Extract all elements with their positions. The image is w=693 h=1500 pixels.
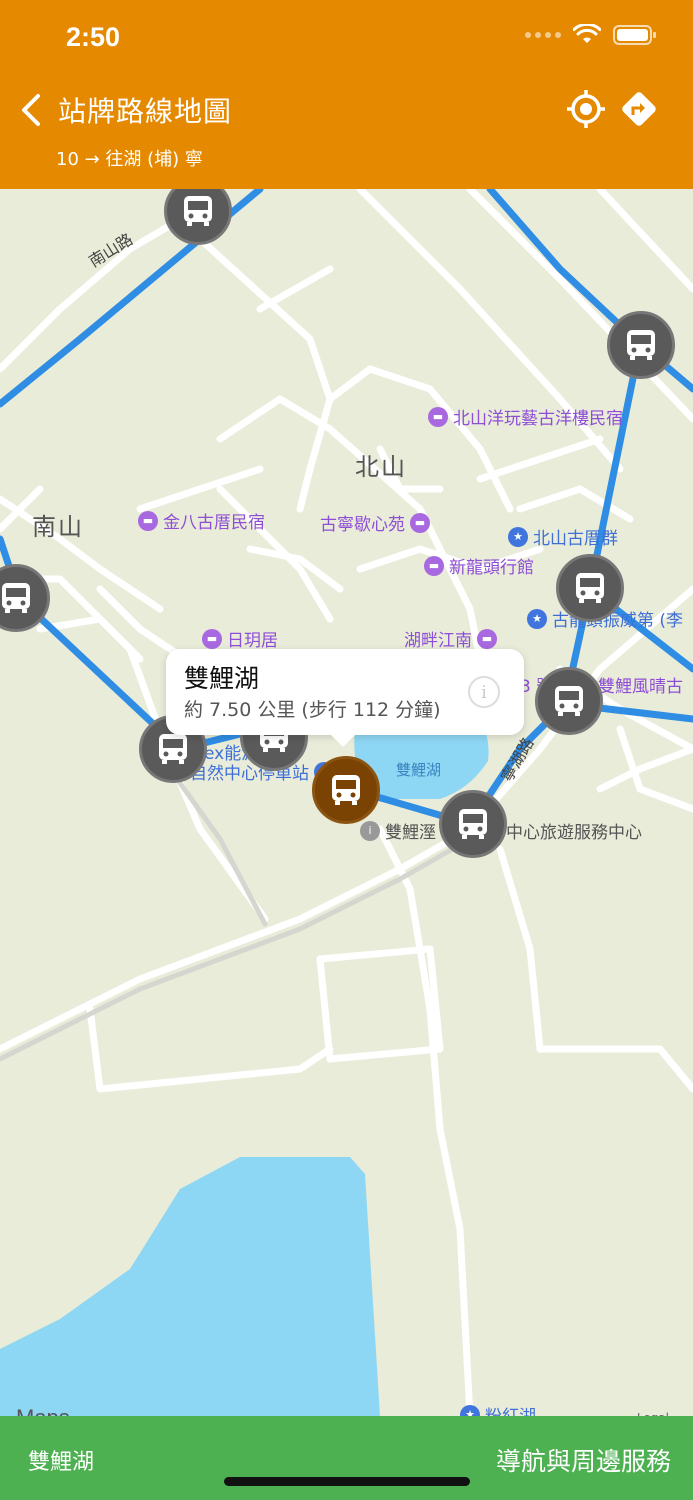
hotel-icon: ▬ xyxy=(477,628,497,649)
cellular-signal-icon xyxy=(525,32,561,38)
poi-beishan-houses[interactable]: ★ 北山古厝群 xyxy=(508,524,618,549)
poi-jinba-inn[interactable]: ▬ 金八古厝民宿 xyxy=(138,508,265,533)
battery-icon xyxy=(613,25,656,45)
lake-label: 雙鯉湖 xyxy=(396,761,442,779)
poi-xinlongtou[interactable]: ▬ 新龍頭行館 xyxy=(424,553,534,578)
bus-icon xyxy=(159,734,187,764)
status-time: 2:50 xyxy=(66,22,121,52)
poi-shuangli-inn[interactable]: 雙鯉風晴古 xyxy=(598,672,683,697)
hotel-icon: ▬ xyxy=(138,510,158,531)
hotel-icon: ▬ xyxy=(428,406,448,427)
hotel-icon: ▬ xyxy=(424,555,444,576)
route-map[interactable]: 北山 南山 南山路 寧湖路 雙鯉湖 ▬ 北山洋玩藝古洋樓民宿 ▬ 金八古厝民宿 古寧… xyxy=(0,177,693,1430)
stop-callout[interactable]: 雙鯉湖 約 7.50 公里 (步行 112 分鐘) i xyxy=(166,649,524,747)
callout-tail xyxy=(329,733,357,747)
poi-riyueju[interactable]: ▬ 日玥居 xyxy=(202,626,278,651)
directions-button[interactable] xyxy=(619,89,659,129)
page-title: 站牌路線地圖 xyxy=(58,95,233,128)
wifi-icon xyxy=(573,24,601,43)
bus-stop-marker[interactable] xyxy=(607,311,675,379)
stop-name-button[interactable]: 雙鯉湖 xyxy=(28,1444,94,1476)
status-icons xyxy=(525,24,657,46)
bus-icon xyxy=(555,686,583,716)
place-label-nanshan: 南山 xyxy=(32,513,84,541)
bottom-bar: 雙鯉湖 導航與周邊服務 xyxy=(0,1416,693,1500)
bus-icon xyxy=(184,196,212,226)
bus-icon xyxy=(459,809,487,839)
bus-stop-marker[interactable] xyxy=(556,554,624,622)
hotel-icon: ▬ xyxy=(202,628,222,649)
place-label-beishan: 北山 xyxy=(355,453,407,481)
callout-title: 雙鯉湖 xyxy=(184,664,260,693)
locate-button[interactable] xyxy=(566,89,606,129)
info-icon[interactable]: i xyxy=(468,676,500,708)
directions-icon xyxy=(622,92,656,126)
poi-beishan-inn[interactable]: ▬ 北山洋玩藝古洋樓民宿 xyxy=(428,404,623,429)
bus-stop-marker[interactable] xyxy=(535,667,603,735)
poi-guning-inn[interactable]: 古寧歇心苑 ▬ xyxy=(320,510,430,535)
poi-hupan[interactable]: 湖畔江南 ▬ xyxy=(404,626,497,651)
navigation-services-button[interactable]: 導航與周邊服務 xyxy=(496,1442,671,1478)
bus-stop-marker[interactable] xyxy=(439,790,507,858)
chevron-left-icon xyxy=(22,94,40,126)
nav-header: 2:50 站牌路線地圖 10 → 往湖 (埔) 寧 xyxy=(0,0,693,189)
hotel-icon: ▬ xyxy=(410,512,430,533)
info-icon: i xyxy=(360,820,380,841)
route-subtitle: 10 → 往湖 (埔) 寧 xyxy=(56,149,203,170)
selected-bus-stop-marker[interactable] xyxy=(312,756,380,824)
poi-visitor-center[interactable]: 中心旅遊服務中心 xyxy=(506,818,642,843)
app-screen: 2:50 站牌路線地圖 10 → 往湖 (埔) 寧 北山 南山 南山路 寧湖路 … xyxy=(0,0,693,1500)
back-button[interactable] xyxy=(16,90,52,130)
home-indicator xyxy=(224,1477,470,1486)
poi-shuangli-wetland[interactable]: i 雙鯉溼 xyxy=(360,818,436,843)
star-icon: ★ xyxy=(508,526,528,547)
bus-icon xyxy=(2,583,30,613)
crosshair-location-icon xyxy=(567,90,605,128)
star-icon: ★ xyxy=(527,608,547,629)
callout-distance: 約 7.50 公里 (步行 112 分鐘) xyxy=(184,699,441,721)
bus-icon xyxy=(627,330,655,360)
bus-icon xyxy=(576,573,604,603)
bus-icon xyxy=(332,775,360,805)
